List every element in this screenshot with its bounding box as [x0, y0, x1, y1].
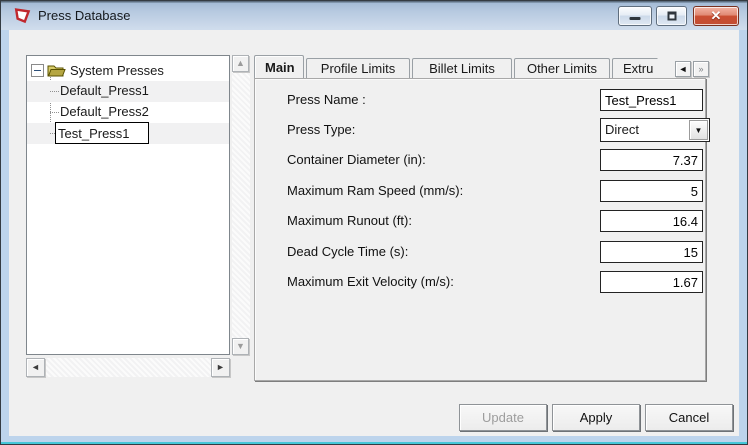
app-logo-icon — [14, 8, 31, 24]
max-runout-label: Maximum Runout (ft): — [287, 213, 412, 228]
folder-open-icon — [47, 65, 66, 77]
tree-horizontal-scrollbar[interactable]: ◄ ► — [26, 358, 230, 377]
tree-item-system-presses[interactable]: System Presses — [27, 60, 229, 81]
form-row-container-diameter: Container Diameter (in): — [255, 149, 705, 171]
container-diameter-input[interactable] — [600, 149, 703, 171]
cancel-button[interactable]: Cancel — [645, 404, 733, 431]
tree-item-rename-input[interactable]: Test_Press1 — [55, 122, 149, 144]
max-runout-input[interactable] — [600, 210, 703, 232]
tab-main[interactable]: Main — [254, 55, 304, 78]
press-type-dropdown[interactable]: Direct ▼ — [600, 118, 710, 142]
main-tab-page: Press Name : Press Type: Direct ▼ Contai… — [254, 78, 710, 381]
container-diameter-label: Container Diameter (in): — [287, 152, 426, 167]
max-exit-velocity-label: Maximum Exit Velocity (m/s): — [287, 274, 454, 289]
tab-other-limits[interactable]: Other Limits — [514, 58, 610, 78]
press-type-value: Direct — [605, 122, 639, 137]
window-title: Press Database — [38, 8, 131, 23]
scroll-right-icon[interactable]: ► — [211, 358, 230, 377]
max-exit-velocity-input[interactable] — [600, 271, 703, 293]
tab-profile-limits[interactable]: Profile Limits — [306, 58, 410, 78]
minimize-button[interactable] — [618, 6, 652, 26]
apply-button[interactable]: Apply — [552, 404, 640, 431]
press-name-label: Press Name : — [287, 92, 366, 107]
dead-cycle-time-label: Dead Cycle Time (s): — [287, 244, 409, 259]
tree-stub-line — [50, 91, 60, 92]
tree-item-label: Default_Press2 — [60, 104, 149, 119]
scroll-down-icon[interactable]: ▼ — [232, 338, 249, 355]
tab-scroll-right-icon[interactable]: » — [693, 61, 709, 77]
dead-cycle-time-input[interactable] — [600, 241, 703, 263]
tab-extrusion[interactable]: Extru — [612, 58, 662, 78]
maximize-button[interactable] — [656, 6, 687, 26]
form-row-dead-cycle-time: Dead Cycle Time (s): — [255, 241, 705, 263]
press-tree[interactable]: System Presses Default_Press1 Default_Pr… — [26, 55, 230, 355]
form-row-max-ram-speed: Maximum Ram Speed (mm/s): — [255, 180, 705, 202]
form-row-press-type: Press Type: Direct ▼ — [255, 118, 710, 142]
tree-item-test-press1[interactable]: Test_Press1 — [27, 122, 229, 144]
tree-item-default-press1[interactable]: Default_Press1 — [27, 81, 229, 102]
max-ram-speed-label: Maximum Ram Speed (mm/s): — [287, 183, 464, 198]
max-ram-speed-input[interactable] — [600, 180, 703, 202]
tab-strip: Main Profile Limits Billet Limits Other … — [254, 55, 662, 78]
form-row-max-exit-velocity: Maximum Exit Velocity (m/s): — [255, 271, 705, 293]
tree-stub-line — [50, 112, 60, 113]
close-icon: ✕ — [710, 8, 722, 23]
minimize-icon — [629, 17, 641, 20]
update-button[interactable]: Update — [459, 404, 547, 431]
tree-vertical-scrollbar[interactable]: ▲ ▼ — [232, 55, 250, 355]
collapse-icon[interactable] — [31, 64, 44, 77]
press-database-dialog: Press Database ✕ System Presses Default_… — [0, 0, 748, 445]
tree-item-default-press2[interactable]: Default_Press2 — [27, 102, 229, 123]
press-type-label: Press Type: — [287, 122, 356, 137]
close-button[interactable]: ✕ — [693, 6, 739, 26]
tab-scroll-left-icon[interactable]: ◄ — [675, 61, 691, 77]
scroll-left-icon[interactable]: ◄ — [26, 358, 45, 377]
client-area: System Presses Default_Press1 Default_Pr… — [9, 30, 739, 436]
form-row-max-runout: Maximum Runout (ft): — [255, 210, 705, 232]
press-name-input[interactable] — [600, 89, 703, 111]
tab-billet-limits[interactable]: Billet Limits — [412, 58, 512, 78]
scroll-up-icon[interactable]: ▲ — [232, 55, 249, 72]
maximize-icon — [667, 11, 676, 21]
tree-item-label: Default_Press1 — [60, 83, 149, 98]
chevron-down-icon[interactable]: ▼ — [689, 120, 708, 140]
tree-root-label: System Presses — [70, 63, 164, 78]
form-row-press-name: Press Name : — [255, 89, 705, 111]
